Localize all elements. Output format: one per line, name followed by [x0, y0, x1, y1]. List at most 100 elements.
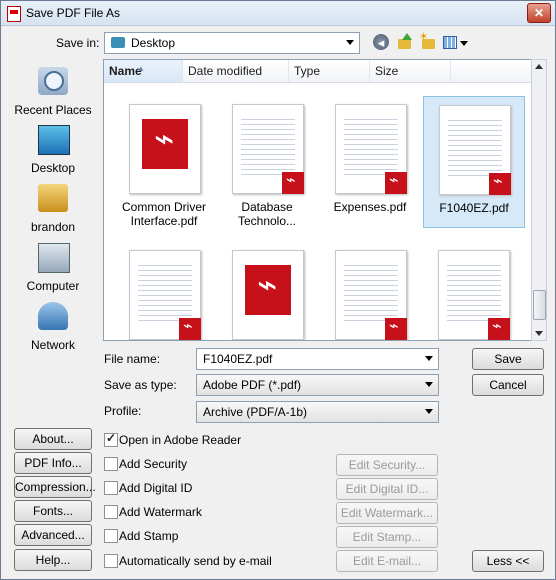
edit-security-button[interactable]: Edit Security... — [336, 454, 438, 476]
pdf-badge-icon — [489, 171, 511, 195]
recent-places-icon — [38, 67, 68, 95]
save-in-label: Save in: — [56, 36, 100, 50]
user-folder-icon — [38, 184, 68, 212]
pdf-thumbnail — [335, 104, 407, 194]
save-as-type-dropdown[interactable]: Adobe PDF (*.pdf) — [196, 374, 439, 396]
add-digital-id-checkbox[interactable] — [104, 481, 118, 495]
save-as-type-value: Adobe PDF (*.pdf) — [203, 378, 302, 392]
desktop-folder-icon — [111, 37, 125, 48]
file-item[interactable] — [217, 242, 317, 340]
new-folder-button[interactable] — [419, 30, 437, 51]
pdf-badge-icon — [385, 170, 407, 194]
file-item[interactable]: Common DriverInterface.pdf — [114, 96, 214, 228]
place-recent-places[interactable]: Recent Places — [8, 67, 98, 123]
pdf-thumbnail — [335, 250, 407, 340]
column-date-modified[interactable]: Date modified — [183, 60, 289, 82]
places-bar: Recent Places Desktop brandon Computer N… — [8, 59, 98, 359]
up-folder-button[interactable] — [396, 33, 414, 51]
file-item[interactable] — [320, 242, 420, 340]
profile-value: Archive (PDF/A-1b) — [203, 405, 308, 419]
cancel-button[interactable]: Cancel — [472, 374, 544, 396]
title-bar: Save PDF File As ✕ — [1, 1, 555, 26]
column-header-row: ▲ Name Date modified Type Size — [104, 60, 532, 83]
close-button[interactable]: ✕ — [527, 3, 551, 23]
edit-digital-id-button[interactable]: Edit Digital ID... — [336, 478, 438, 500]
file-name: Common Driver Interface.pdf — [121, 200, 206, 228]
place-desktop[interactable]: Desktop — [8, 125, 98, 181]
file-name: F1040EZ.pdf — [439, 201, 509, 215]
open-in-reader-label: Open in Adobe Reader — [119, 433, 242, 447]
place-label: Computer — [26, 279, 80, 293]
file-name: Expenses.pdf — [333, 200, 407, 214]
computer-icon — [38, 243, 70, 273]
chevron-down-icon — [346, 40, 354, 45]
advanced-button[interactable]: Advanced... — [14, 524, 92, 546]
pdf-badge-icon — [385, 316, 407, 340]
file-name-label: File name: — [104, 352, 161, 366]
pdf-badge-icon — [282, 170, 304, 194]
chevron-down-icon — [425, 382, 433, 387]
pdf-thumbnail — [129, 250, 201, 340]
views-menu-button[interactable] — [442, 33, 468, 51]
place-label: Desktop — [30, 161, 76, 175]
scroll-down-icon[interactable] — [535, 331, 543, 336]
scroll-thumb[interactable] — [533, 290, 546, 320]
column-type[interactable]: Type — [289, 60, 370, 82]
place-label: Recent Places — [14, 103, 92, 117]
edit-email-button[interactable]: Edit E-mail... — [336, 550, 438, 572]
auto-email-label: Automatically send by e-mail — [119, 554, 272, 568]
about-button[interactable]: About... — [14, 428, 92, 450]
profile-dropdown[interactable]: Archive (PDF/A-1b) — [196, 401, 439, 423]
chevron-down-icon — [425, 356, 433, 361]
place-label: Network — [30, 338, 75, 352]
pdf-badge-icon — [488, 316, 510, 340]
less-button[interactable]: Less << — [472, 550, 544, 572]
file-list: ▲Name Date modified Type Size Common Dri… — [103, 59, 533, 341]
save-in-value: Desktop — [131, 36, 176, 50]
pdf-info-button[interactable]: PDF Info... — [14, 452, 92, 474]
edit-stamp-button[interactable]: Edit Stamp... — [336, 526, 438, 548]
add-watermark-label: Add Watermark — [119, 505, 202, 519]
window-title: Save PDF File As — [26, 6, 121, 20]
save-pdf-dialog: Save PDF File As ✕ Save in: Desktop ◂ Re… — [0, 0, 556, 580]
compression-button[interactable]: Compression... — [14, 476, 96, 498]
fonts-button[interactable]: Fonts... — [14, 500, 92, 522]
save-as-type-label: Save as type: — [104, 378, 177, 392]
pdf-app-icon — [7, 6, 21, 22]
help-button[interactable]: Help... — [14, 549, 92, 571]
add-watermark-checkbox[interactable] — [104, 505, 118, 519]
pdf-badge-icon — [179, 316, 201, 340]
file-name-value: F1040EZ.pdf — [203, 352, 273, 366]
pdf-file-icon — [129, 104, 201, 194]
add-security-label: Add Security — [119, 457, 188, 471]
column-size[interactable]: Size — [370, 60, 451, 82]
sort-ascending-icon: ▲ — [137, 64, 145, 73]
place-label: brandon — [30, 220, 76, 234]
network-icon — [38, 302, 68, 330]
add-security-checkbox[interactable] — [104, 457, 118, 471]
file-item[interactable]: Expenses.pdf — [320, 96, 420, 226]
open-in-reader-checkbox[interactable] — [104, 431, 118, 447]
vertical-scrollbar[interactable] — [531, 59, 547, 341]
pdf-file-icon — [232, 250, 304, 340]
save-in-dropdown[interactable]: Desktop — [104, 32, 360, 54]
save-button[interactable]: Save — [472, 348, 544, 370]
add-digital-id-label: Add Digital ID — [119, 481, 193, 495]
back-button[interactable]: ◂ — [373, 34, 389, 50]
add-stamp-checkbox[interactable] — [104, 529, 118, 543]
pdf-thumbnail — [438, 250, 510, 340]
place-network[interactable]: Network — [8, 302, 98, 358]
column-name[interactable]: ▲ Name — [104, 60, 183, 82]
edit-watermark-button[interactable]: Edit Watermark... — [336, 502, 438, 524]
desktop-icon — [38, 125, 70, 155]
file-item[interactable]: DatabaseTechnolo... — [217, 96, 317, 228]
auto-email-checkbox[interactable] — [104, 554, 118, 568]
file-item-selected[interactable]: F1040EZ.pdf — [423, 96, 525, 228]
file-item[interactable] — [114, 242, 214, 340]
place-user[interactable]: brandon — [8, 184, 98, 240]
file-name: Database Technolo... — [237, 200, 297, 228]
place-computer[interactable]: Computer — [8, 243, 98, 299]
file-item[interactable] — [423, 242, 523, 340]
scroll-up-icon[interactable] — [535, 64, 543, 69]
file-name-field[interactable]: F1040EZ.pdf — [196, 348, 439, 370]
